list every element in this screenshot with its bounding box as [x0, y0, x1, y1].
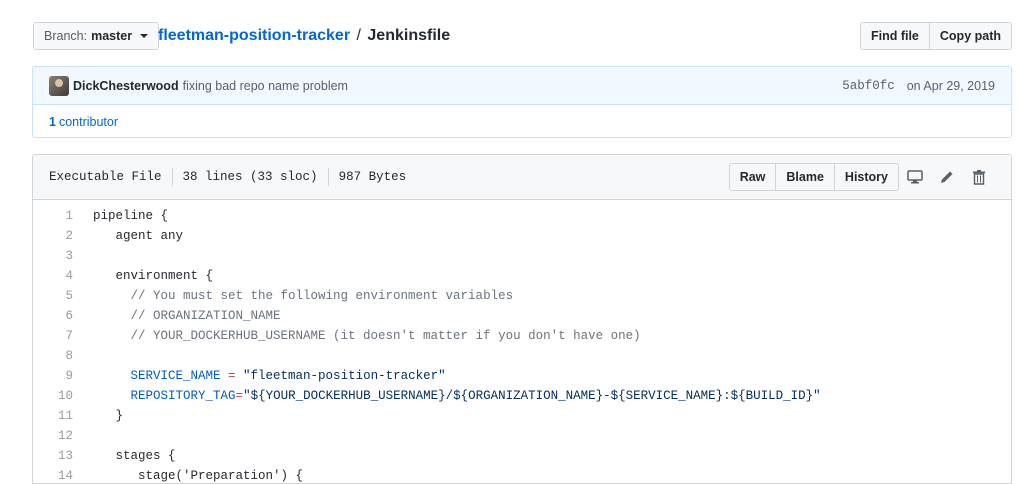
code-token: = — [235, 389, 244, 403]
blame-button[interactable]: Blame — [776, 163, 835, 191]
code-line: 7 // YOUR_DOCKERHUB_USERNAME (it doesn't… — [33, 326, 1011, 346]
code-listing: 1 pipeline {2 agent any 3 4 environment {5 … — [33, 200, 1011, 483]
code-line: 5 // You must set the following environm… — [33, 286, 1011, 306]
line-number[interactable]: 2 — [33, 226, 93, 246]
code-line: 6 // ORGANIZATION_NAME — [33, 306, 1011, 326]
breadcrumb: fleetman-position-tracker / Jenkinsfile — [158, 24, 450, 48]
line-number[interactable]: 14 — [33, 466, 93, 483]
raw-button[interactable]: Raw — [728, 163, 777, 191]
desktop-icon[interactable] — [899, 163, 931, 191]
code-token: "${YOUR_DOCKERHUB_USERNAME}/${ORGANIZATI… — [243, 389, 821, 403]
file-header: Executable File 38 lines (33 sloc) 987 B… — [33, 155, 1011, 200]
breadcrumb-separator: / — [356, 27, 361, 44]
line-number[interactable]: 4 — [33, 266, 93, 286]
code-token: "fleetman-position-tracker" — [243, 369, 446, 383]
divider — [171, 168, 173, 186]
code-line: 3 — [33, 246, 1011, 266]
branch-name: master — [91, 29, 133, 43]
line-number[interactable]: 3 — [33, 246, 93, 266]
history-button[interactable]: History — [834, 163, 899, 191]
file-navigation: Branch: master fleetman-position-tracker… — [33, 22, 1012, 50]
code-token: pipeline { — [93, 209, 169, 223]
commit-date: on Apr 29, 2019 — [906, 78, 995, 93]
line-number[interactable]: 6 — [33, 306, 93, 326]
commit-sha[interactable]: 5abf0fc — [842, 79, 895, 93]
divider — [327, 168, 329, 186]
commit-meta: 5abf0fc on Apr 29, 2019 — [842, 67, 995, 104]
line-number[interactable]: 1 — [33, 206, 93, 226]
commit-message[interactable]: fixing bad repo name problem — [183, 79, 348, 93]
code-token: stage('Preparation') { — [93, 469, 304, 483]
line-content: } — [93, 406, 124, 426]
code-token: = — [220, 369, 244, 383]
code-line: 13 stages { — [33, 446, 1011, 466]
repo-link[interactable]: fleetman-position-tracker — [158, 27, 350, 44]
line-number[interactable]: 12 — [33, 426, 93, 446]
trash-icon[interactable] — [963, 163, 995, 191]
contributors-link[interactable]: 1 contributor — [33, 105, 1011, 137]
file-actions: Raw Blame History — [728, 163, 995, 191]
file-line-count: 38 lines (33 sloc) — [182, 170, 318, 184]
pencil-icon[interactable] — [931, 163, 963, 191]
code-line: 9 SERVICE_NAME = "fleetman-position-trac… — [33, 366, 1011, 386]
commit-author[interactable]: DickChesterwood — [73, 79, 179, 93]
avatar[interactable] — [49, 75, 69, 96]
code-line: 1 pipeline { — [33, 206, 1011, 226]
branch-select-button[interactable]: Branch: master — [33, 22, 160, 50]
line-number[interactable]: 8 — [33, 346, 93, 366]
commit-header: DickChesterwood fixing bad repo name pro… — [33, 67, 1011, 105]
code-line: 2 agent any — [33, 226, 1011, 246]
contributors-label: contributor — [58, 115, 119, 129]
line-content: // YOUR_DOCKERHUB_USERNAME (it doesn't m… — [93, 326, 641, 346]
code-line: 14 stage('Preparation') { — [33, 466, 1011, 483]
branch-label: Branch: — [44, 29, 88, 43]
code-token: environment { — [93, 269, 214, 283]
line-number[interactable]: 11 — [33, 406, 93, 426]
code-token: // ORGANIZATION_NAME — [93, 309, 281, 323]
file-name: Jenkinsfile — [367, 27, 451, 44]
copy-path-button[interactable]: Copy path — [929, 22, 1012, 50]
code-line: 12 — [33, 426, 1011, 446]
line-content: REPOSITORY_TAG="${YOUR_DOCKERHUB_USERNAM… — [93, 386, 821, 406]
line-number[interactable]: 9 — [33, 366, 93, 386]
code-token: } — [93, 409, 124, 423]
line-number[interactable]: 5 — [33, 286, 93, 306]
code-token: // YOUR_DOCKERHUB_USERNAME (it doesn't m… — [93, 329, 641, 343]
line-content: // ORGANIZATION_NAME — [93, 306, 281, 326]
code-line: 11 } — [33, 406, 1011, 426]
line-content: stage('Preparation') { — [93, 466, 304, 483]
code-line: 8 — [33, 346, 1011, 366]
line-number[interactable]: 7 — [33, 326, 93, 346]
code-token: // You must set the following environmen… — [93, 289, 514, 303]
code-token: stages { — [93, 449, 176, 463]
code-token: SERVICE_NAME — [130, 369, 221, 383]
line-content: stages { — [93, 446, 176, 466]
file-nav-buttons: Find file Copy path — [859, 22, 1012, 50]
code-token: REPOSITORY_TAG — [130, 389, 236, 403]
file-viewer: Executable File 38 lines (33 sloc) 987 B… — [32, 154, 1012, 484]
line-content: agent any — [93, 226, 184, 246]
find-file-button[interactable]: Find file — [859, 22, 930, 50]
line-content: environment { — [93, 266, 214, 286]
line-content: SERVICE_NAME = "fleetman-position-tracke… — [93, 366, 446, 386]
line-number[interactable]: 13 — [33, 446, 93, 466]
line-content: // You must set the following environmen… — [93, 286, 514, 306]
caret-down-icon — [140, 34, 149, 38]
code-token: agent any — [93, 229, 184, 243]
file-mode: Executable File — [49, 170, 162, 184]
line-number[interactable]: 10 — [33, 386, 93, 406]
code-line: 10 REPOSITORY_TAG="${YOUR_DOCKERHUB_USER… — [33, 386, 1011, 406]
file-view-buttons: Raw Blame History — [728, 163, 899, 191]
line-content: pipeline { — [93, 206, 168, 226]
commit-tease: DickChesterwood fixing bad repo name pro… — [32, 66, 1012, 138]
contributors-count: 1 — [49, 115, 56, 129]
code-line: 4 environment { — [33, 266, 1011, 286]
file-size: 987 Bytes — [338, 170, 407, 184]
